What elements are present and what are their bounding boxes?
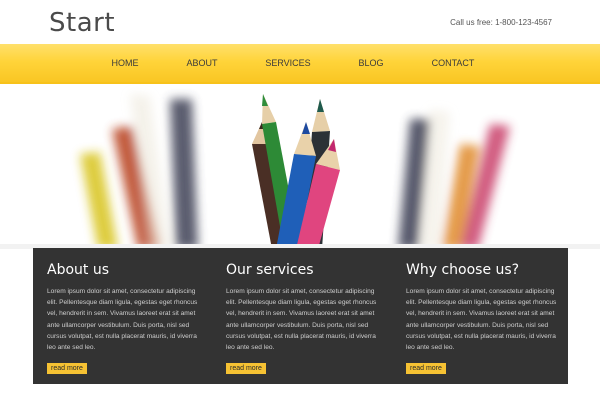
pencils-illustration (0, 94, 600, 249)
column-title: Why choose us? (406, 262, 520, 278)
column-text: Lorem ipsum dolor sit amet, consectetur … (226, 288, 377, 352)
nav-item-contact[interactable]: CONTACT (432, 58, 475, 68)
site-logo[interactable]: Start (49, 8, 115, 38)
column-text: Lorem ipsum dolor sit amet, consectetur … (406, 288, 557, 352)
nav-item-blog[interactable]: BLOG (358, 58, 383, 68)
read-more-button[interactable]: read more (47, 363, 87, 374)
column-our-services: Our services Lorem ipsum dolor sit amet,… (226, 262, 382, 353)
main-nav: HOME ABOUT SERVICES BLOG CONTACT (0, 44, 600, 84)
column-title: About us (47, 262, 110, 278)
column-title: Our services (226, 262, 314, 278)
hero-banner (0, 84, 600, 249)
nav-item-about[interactable]: ABOUT (186, 58, 217, 68)
content-panel: About us Lorem ipsum dolor sit amet, con… (33, 248, 568, 384)
read-more-button[interactable]: read more (406, 363, 446, 374)
nav-item-home[interactable]: HOME (112, 58, 139, 68)
read-more-button[interactable]: read more (226, 363, 266, 374)
nav-item-services[interactable]: SERVICES (265, 58, 310, 68)
column-text: Lorem ipsum dolor sit amet, consectetur … (47, 288, 198, 352)
column-why-choose-us: Why choose us? Lorem ipsum dolor sit ame… (406, 262, 562, 353)
column-about-us: About us Lorem ipsum dolor sit amet, con… (47, 262, 203, 353)
call-us-text: Call us free: 1-800-123-4567 (450, 18, 552, 27)
site-header: Start Call us free: 1-800-123-4567 (0, 0, 600, 44)
